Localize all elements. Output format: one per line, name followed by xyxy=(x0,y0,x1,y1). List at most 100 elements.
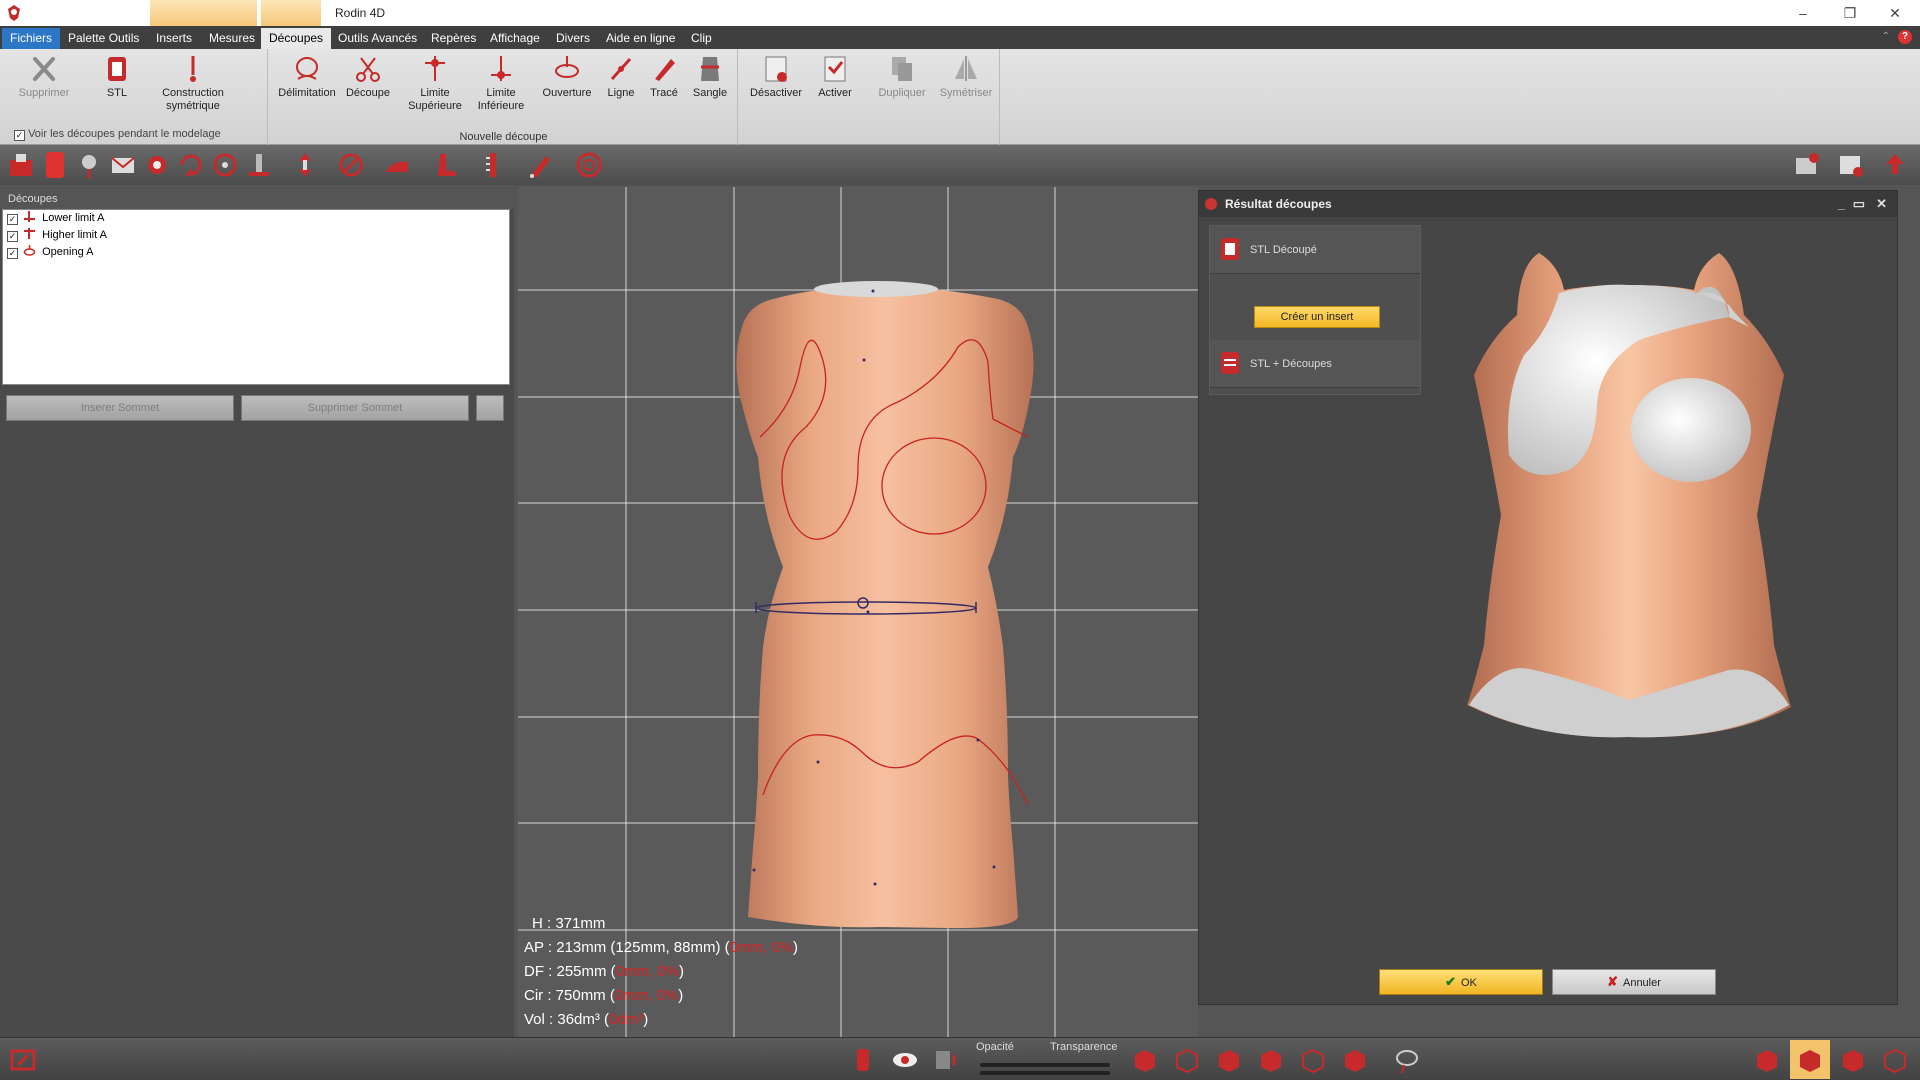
df-measure-close: ) xyxy=(679,963,685,980)
quick-access-slot[interactable] xyxy=(201,0,257,26)
restore-icon[interactable]: ❐ xyxy=(1835,3,1865,23)
rodin-logo-icon[interactable] xyxy=(5,4,23,22)
creer-un-insert-button[interactable]: Créer un insert xyxy=(1254,306,1380,328)
pin-tool-icon[interactable] xyxy=(74,150,104,180)
checkbox-checked-icon[interactable]: ✓ xyxy=(14,130,25,141)
checkbox-checked-icon[interactable]: ✓ xyxy=(7,248,18,259)
stand-icon[interactable] xyxy=(244,150,274,180)
exit-icon[interactable] xyxy=(8,1045,38,1075)
stl-decoupe-option[interactable]: STL Découpé xyxy=(1210,226,1420,274)
delimitation-button[interactable]: Délimitation xyxy=(276,53,338,100)
supprimer-button[interactable]: Supprimer xyxy=(14,53,74,100)
3d-viewport[interactable]: H : 371mm AP : 213mm (125mm, 88mm) (0mm,… xyxy=(518,187,1198,1037)
cube-view-3-icon[interactable] xyxy=(1838,1045,1868,1075)
activer-button[interactable]: Activer xyxy=(810,53,860,100)
minimize-icon[interactable]: – xyxy=(1788,3,1818,23)
inserer-sommet-button[interactable]: Inserer Sommet xyxy=(6,395,234,421)
view-right-icon[interactable] xyxy=(1256,1045,1286,1075)
tab-aide-en-ligne[interactable]: Aide en ligne xyxy=(598,28,683,49)
list-item[interactable]: ✓ Lower limit A xyxy=(3,210,509,227)
eye-icon[interactable] xyxy=(890,1045,920,1075)
move-vertical-icon[interactable] xyxy=(290,150,320,180)
torso-view-icon[interactable] xyxy=(848,1045,878,1075)
view-front-icon[interactable] xyxy=(1130,1045,1160,1075)
ruler-vertical-icon[interactable] xyxy=(478,150,508,180)
stl-label: STL xyxy=(106,87,128,99)
rotate-icon[interactable] xyxy=(176,150,206,180)
dupliquer-label: Dupliquer xyxy=(878,87,926,99)
limite-inferieure-button[interactable]: Limite Inférieure xyxy=(470,53,532,113)
ligne-button[interactable]: Ligne xyxy=(602,53,640,100)
ok-button[interactable]: ✔ OK xyxy=(1379,969,1543,995)
limite-superieure-button[interactable]: Limite Supérieure xyxy=(404,53,466,113)
supprimer-sommet-button[interactable]: Supprimer Sommet xyxy=(241,395,469,421)
list-item[interactable]: ✓ Higher limit A xyxy=(3,227,509,244)
tab-palette-outils[interactable]: Palette Outils xyxy=(60,28,147,49)
checkbox-checked-icon[interactable]: ✓ xyxy=(7,231,18,242)
ribbon-collapse-icon[interactable]: ⌃ xyxy=(1882,31,1890,42)
dialog-app-icon xyxy=(1205,198,1217,210)
symetriser-button[interactable]: Symétriser xyxy=(936,53,996,100)
tab-inserts[interactable]: Inserts xyxy=(148,28,200,49)
ap-measure-close: ) xyxy=(792,939,798,956)
tab-clip[interactable]: Clip xyxy=(683,28,720,49)
target-icon[interactable] xyxy=(574,150,604,180)
stl-plus-decoupes-option[interactable]: STL + Découpes xyxy=(1210,340,1420,388)
view-left-icon[interactable] xyxy=(1214,1045,1244,1075)
tab-affichage[interactable]: Affichage xyxy=(482,28,548,49)
trace-button[interactable]: Tracé xyxy=(646,53,682,100)
view-back-icon[interactable] xyxy=(1172,1045,1202,1075)
tab-decoupes[interactable]: Découpes xyxy=(261,28,332,49)
circle-slash-icon[interactable] xyxy=(336,150,366,180)
nouvelle-decoupe-group-label: Nouvelle découpe xyxy=(459,131,548,143)
bust-tool-icon[interactable] xyxy=(6,150,36,180)
iron-icon[interactable] xyxy=(382,150,412,180)
stl-button[interactable]: STL xyxy=(96,53,138,100)
desactiver-button[interactable]: Désactiver xyxy=(748,53,804,100)
gear-icon[interactable] xyxy=(142,150,172,180)
cube-view-2-icon[interactable] xyxy=(1795,1045,1825,1075)
dialog-close-icon[interactable]: ✕ xyxy=(1876,191,1887,217)
measure-ring-icon[interactable] xyxy=(210,150,240,180)
desactiver-label: Désactiver xyxy=(750,87,802,99)
opacity-slider[interactable] xyxy=(980,1063,1110,1067)
envelope-icon[interactable] xyxy=(108,150,138,180)
list-item[interactable]: ✓ Opening A xyxy=(3,244,509,261)
decoupe-button[interactable]: Découpe xyxy=(344,53,392,100)
sangle-button[interactable]: Sangle xyxy=(688,53,732,100)
transparency-slider[interactable] xyxy=(980,1071,1110,1075)
save-model-icon[interactable] xyxy=(1792,150,1822,180)
dialog-minimize-icon[interactable]: _ xyxy=(1838,191,1845,217)
extra-button[interactable] xyxy=(476,395,504,421)
torso-select-icon[interactable] xyxy=(40,150,70,180)
layers-icon[interactable] xyxy=(930,1045,960,1075)
symmetry-icon xyxy=(190,56,196,82)
help-icon[interactable]: ? xyxy=(1898,30,1912,44)
see-cuts-checkbox[interactable]: ✓ Voir les découpes pendant le modelage xyxy=(14,128,221,141)
tab-outils-avances[interactable]: Outils Avancés xyxy=(330,28,425,49)
dialog-maximize-icon[interactable]: ▭ xyxy=(1853,191,1865,217)
vol-measure-close: ) xyxy=(643,1011,649,1028)
cut-list[interactable]: ✓ Lower limit A ✓ Higher limit A ✓ Openi… xyxy=(2,209,510,385)
construction-symetrique-button[interactable]: Construction symétrique xyxy=(150,53,236,113)
pencil-tool-icon[interactable] xyxy=(526,150,556,180)
export-icon[interactable] xyxy=(1880,150,1910,180)
view-bottom-icon[interactable] xyxy=(1340,1045,1370,1075)
annuler-button[interactable]: ✘ Annuler xyxy=(1552,969,1716,995)
close-model-icon[interactable] xyxy=(1836,150,1866,180)
tab-reperes[interactable]: Repères xyxy=(423,28,484,49)
view-top-icon[interactable] xyxy=(1298,1045,1328,1075)
tab-divers[interactable]: Divers xyxy=(548,28,598,49)
opening-icon xyxy=(555,56,579,78)
tab-mesures[interactable]: Mesures xyxy=(201,28,263,49)
cube-view-4-icon[interactable] xyxy=(1880,1045,1910,1075)
checkbox-checked-icon[interactable]: ✓ xyxy=(7,214,18,225)
cube-view-1-icon[interactable] xyxy=(1752,1045,1782,1075)
boot-icon[interactable] xyxy=(430,150,460,180)
close-icon[interactable]: ✕ xyxy=(1880,3,1910,23)
quick-access-slot[interactable] xyxy=(261,0,321,26)
ouverture-button[interactable]: Ouverture xyxy=(538,53,596,100)
dupliquer-button[interactable]: Dupliquer xyxy=(872,53,932,100)
lasso-icon[interactable] xyxy=(1392,1045,1422,1075)
tab-fichiers[interactable]: Fichiers xyxy=(2,28,61,49)
